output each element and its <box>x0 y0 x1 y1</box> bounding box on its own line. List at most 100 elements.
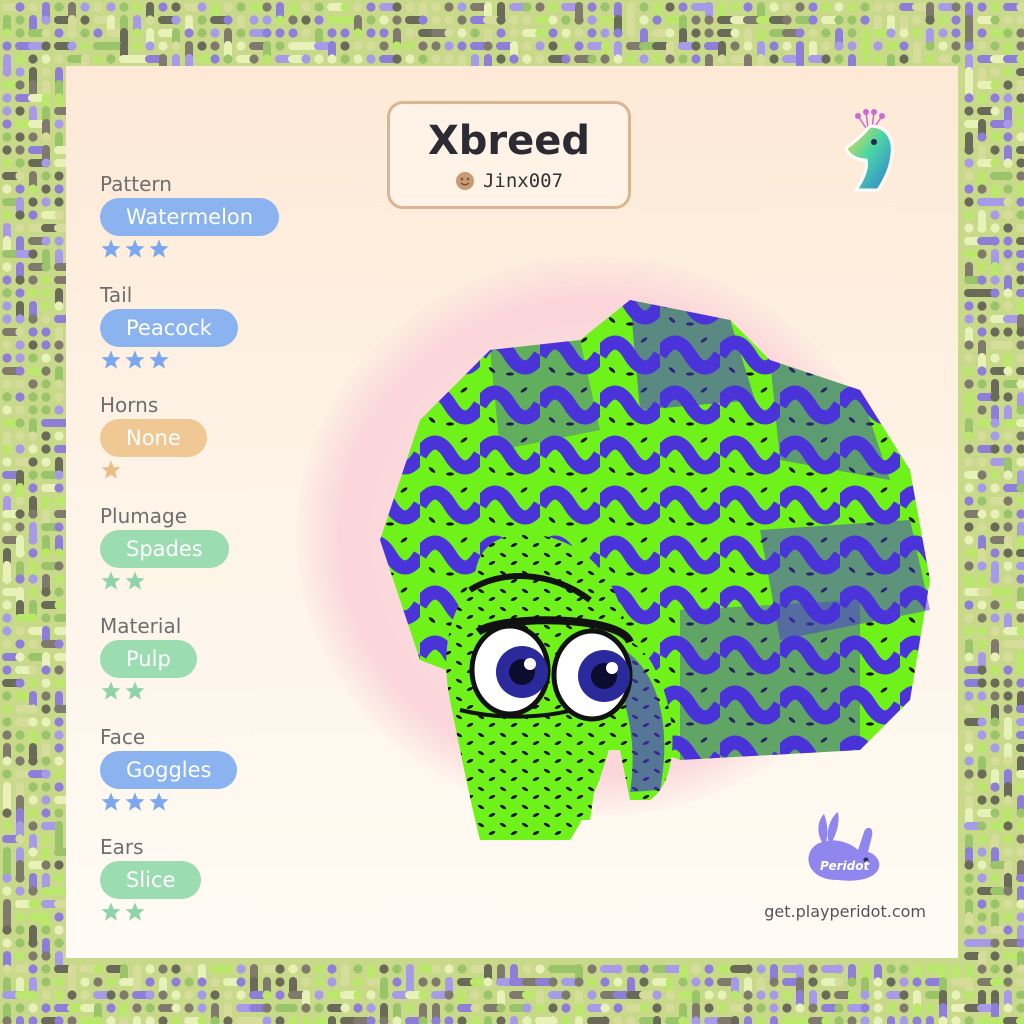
border-dot <box>821 2 831 12</box>
border-dot <box>132 1003 142 1013</box>
border-dot <box>964 431 974 441</box>
border-dot <box>1016 574 1024 584</box>
border-dot <box>2 873 12 883</box>
border-dot <box>951 1016 961 1024</box>
border-dot <box>1003 158 1013 168</box>
border-dot <box>54 977 64 987</box>
border-dot <box>67 28 77 38</box>
border-dot <box>964 483 974 493</box>
border-dot <box>1003 912 1013 922</box>
border-dot <box>1016 782 1024 792</box>
border-dot <box>2 132 12 142</box>
border-dot <box>444 54 454 64</box>
border-dot <box>990 327 1000 337</box>
border-dot <box>444 964 454 974</box>
border-dot <box>236 2 246 12</box>
border-dot <box>15 912 25 922</box>
border-dot <box>821 54 831 64</box>
border-dot <box>353 964 363 974</box>
trait-horns: Horns None <box>100 393 207 481</box>
border-dot <box>2 405 12 415</box>
border-dot <box>2 262 12 272</box>
border-dot <box>744 1016 752 1024</box>
border-dot <box>41 54 51 64</box>
border-dot <box>2 483 12 493</box>
border-dot <box>977 366 987 376</box>
border-dot <box>1016 210 1024 220</box>
border-dot <box>41 288 51 298</box>
border-dot <box>665 28 675 38</box>
border-dot <box>990 431 1000 441</box>
border-dot <box>977 912 987 922</box>
border-dot <box>444 2 454 12</box>
border-dot <box>964 769 974 779</box>
border-dot <box>873 1003 883 1013</box>
border-dot <box>54 717 64 727</box>
border-dot <box>392 2 402 12</box>
border-dot <box>1016 146 1024 154</box>
border-dot <box>2 769 12 779</box>
border-dot <box>1016 41 1024 51</box>
border-dot <box>340 41 350 51</box>
border-dot <box>600 977 610 987</box>
border-dot <box>41 587 51 597</box>
border-dot <box>1016 457 1024 467</box>
border-dot <box>782 1003 792 1013</box>
border-dot <box>964 366 974 376</box>
border-dot <box>353 977 363 987</box>
border-dot <box>2 574 12 584</box>
trait-label: Face <box>100 724 146 749</box>
border-dot <box>873 2 883 12</box>
border-dot <box>405 2 415 12</box>
border-dot <box>704 990 714 1000</box>
border-dot <box>691 28 701 38</box>
border-dot <box>1016 496 1024 506</box>
border-dot <box>15 756 25 766</box>
trait-value-pill: Spades <box>100 529 229 568</box>
border-dot <box>28 847 38 857</box>
border-dot <box>41 717 51 727</box>
border-dot <box>1016 262 1024 272</box>
border-dot <box>54 171 64 181</box>
border-dot <box>444 28 454 38</box>
border-dot <box>41 301 51 311</box>
border-dot <box>613 28 623 38</box>
border-dot <box>28 353 38 363</box>
border-dot <box>1016 15 1024 25</box>
border-dot <box>54 600 64 610</box>
border-dot <box>925 1003 935 1013</box>
border-dot <box>587 28 597 38</box>
border-dot <box>41 444 51 454</box>
border-dot <box>1003 522 1013 532</box>
trait-ears: Ears Slice <box>100 835 202 923</box>
border-dot <box>1003 236 1013 246</box>
border-dot <box>28 2 38 12</box>
border-dot <box>704 1003 714 1013</box>
border-dot <box>964 496 974 506</box>
border-dot <box>964 379 974 389</box>
border-dot <box>41 28 51 38</box>
border-dot <box>951 28 961 38</box>
border-dot <box>977 899 987 909</box>
border-dot <box>1003 574 1013 584</box>
border-dot <box>1016 847 1024 857</box>
border-dot <box>951 54 961 64</box>
border-dot <box>1003 197 1013 207</box>
border-dot <box>366 2 376 12</box>
border-dot <box>28 197 38 207</box>
border-dot <box>41 977 51 987</box>
border-dot <box>535 1003 545 1013</box>
border-dot <box>730 28 740 38</box>
border-dot <box>15 15 25 25</box>
border-dot <box>483 977 493 987</box>
border-dot <box>626 28 636 38</box>
border-dot <box>405 41 415 51</box>
border-dot <box>184 1003 194 1013</box>
border-dot <box>990 210 1000 220</box>
border-dot <box>964 301 974 311</box>
border-dot <box>925 15 935 25</box>
border-dot <box>964 184 974 194</box>
border-dot <box>431 2 441 12</box>
border-dot <box>158 964 168 974</box>
border-dot <box>1003 223 1013 233</box>
